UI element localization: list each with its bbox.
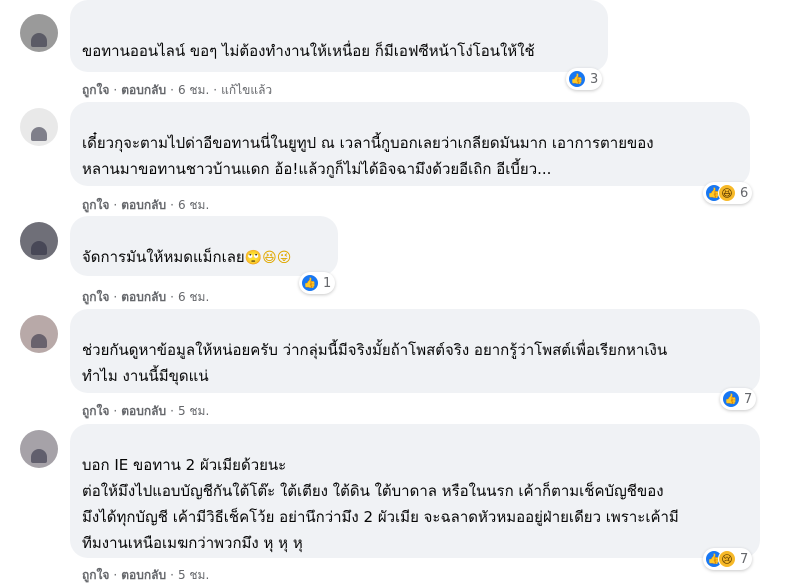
separator-dot: · bbox=[170, 198, 174, 212]
commenter-name-blurred[interactable] bbox=[82, 224, 202, 238]
timestamp[interactable]: 6 ชม. bbox=[178, 196, 209, 215]
commenter-name-blurred[interactable] bbox=[82, 317, 212, 331]
comment-text-body: จัดการมันให้หมดแม็กเลย bbox=[82, 248, 245, 266]
like-link[interactable]: ถูกใจ bbox=[82, 81, 109, 100]
separator-dot: · bbox=[170, 83, 174, 97]
reaction-summary[interactable]: 👍 7 bbox=[720, 388, 757, 410]
like-icon: 👍 bbox=[568, 70, 586, 88]
commenter-avatar[interactable] bbox=[20, 315, 58, 353]
comment-bubble: ขอทานออนไลน์ ขอๆ ไม่ต้องทำงานให้เหนื่อย … bbox=[70, 0, 608, 72]
separator-dot: · bbox=[170, 568, 174, 582]
comment-actions: ถูกใจ · ตอบกลับ · 6 ชม. bbox=[82, 196, 209, 215]
separator-dot: · bbox=[113, 83, 118, 97]
comment-bubble: จัดการมันให้หมดแม็กเลย🙄😆😜 bbox=[70, 216, 338, 276]
comment-actions: ถูกใจ · ตอบกลับ · 6 ชม. · แก้ไขแล้ว bbox=[82, 81, 272, 100]
reaction-count: 3 bbox=[590, 71, 599, 87]
reaction-count: 1 bbox=[323, 275, 332, 291]
comment-bubble: ช่วยกันดูหาข้อมูลให้หน่อยครับ ว่ากลุ่มนี… bbox=[70, 309, 760, 393]
comment-text: จัดการมันให้หมดแม็กเลย🙄😆😜 bbox=[82, 244, 326, 271]
separator-dot: · bbox=[170, 404, 174, 418]
emoji-group: 🙄😆😜 bbox=[244, 250, 292, 266]
commenter-avatar[interactable] bbox=[20, 14, 58, 52]
separator-dot: · bbox=[170, 290, 174, 304]
like-icon: 👍 bbox=[301, 274, 319, 292]
reaction-summary[interactable]: 👍 1 bbox=[299, 272, 336, 294]
comment-actions: ถูกใจ · ตอบกลับ · 5 ชม. bbox=[82, 566, 209, 585]
comment-bubble: เดี๋ยวกุจะตามไปด่าอีขอทานนี่ในยูทูป ณ เว… bbox=[70, 102, 750, 186]
edited-label[interactable]: แก้ไขแล้ว bbox=[221, 81, 272, 100]
separator-dot: · bbox=[113, 404, 118, 418]
reply-link[interactable]: ตอบกลับ bbox=[121, 196, 166, 215]
reaction-summary[interactable]: 👍 😆 6 bbox=[703, 182, 753, 204]
separator-dot: · bbox=[113, 198, 118, 212]
separator-dot: · bbox=[113, 290, 118, 304]
reply-link[interactable]: ตอบกลับ bbox=[121, 81, 166, 100]
commenter-name-blurred[interactable] bbox=[82, 432, 222, 446]
timestamp[interactable]: 6 ชม. bbox=[178, 288, 209, 307]
comment-text: เดี๋ยวกุจะตามไปด่าอีขอทานนี่ในยูทูป ณ เว… bbox=[82, 134, 654, 178]
commenter-name-blurred[interactable] bbox=[82, 110, 172, 124]
like-icon: 👍 bbox=[722, 390, 740, 408]
comment-actions: ถูกใจ · ตอบกลับ · 6 ชม. bbox=[82, 288, 209, 307]
comment-text: ช่วยกันดูหาข้อมูลให้หน่อยครับ ว่ากลุ่มนี… bbox=[82, 341, 668, 385]
reply-link[interactable]: ตอบกลับ bbox=[121, 288, 166, 307]
timestamp[interactable]: 5 ชม. bbox=[178, 566, 209, 585]
commenter-avatar[interactable] bbox=[20, 222, 58, 260]
haha-icon: 😆 bbox=[718, 184, 736, 202]
like-link[interactable]: ถูกใจ bbox=[82, 566, 109, 585]
reaction-count: 7 bbox=[744, 391, 753, 407]
separator-dot: · bbox=[213, 83, 218, 97]
timestamp[interactable]: 5 ชม. bbox=[178, 402, 209, 421]
reaction-count: 7 bbox=[740, 551, 749, 567]
commenter-avatar[interactable] bbox=[20, 108, 58, 146]
commenter-avatar[interactable] bbox=[20, 430, 58, 468]
reaction-summary[interactable]: 👍 3 bbox=[566, 68, 603, 90]
reply-link[interactable]: ตอบกลับ bbox=[121, 566, 166, 585]
like-link[interactable]: ถูกใจ bbox=[82, 402, 109, 421]
like-link[interactable]: ถูกใจ bbox=[82, 196, 109, 215]
timestamp[interactable]: 6 ชม. bbox=[178, 81, 209, 100]
comment-bubble: บอก IE ขอทาน 2 ผัวเมียด้วยนะ ต่อให้มึงไป… bbox=[70, 424, 760, 558]
like-link[interactable]: ถูกใจ bbox=[82, 288, 109, 307]
reaction-count: 6 bbox=[740, 185, 749, 201]
separator-dot: · bbox=[113, 568, 118, 582]
sad-icon: 😢 bbox=[718, 550, 736, 568]
comment-actions: ถูกใจ · ตอบกลับ · 5 ชม. bbox=[82, 402, 209, 421]
comment-text: ขอทานออนไลน์ ขอๆ ไม่ต้องทำงานให้เหนื่อย … bbox=[82, 42, 535, 60]
reply-link[interactable]: ตอบกลับ bbox=[121, 402, 166, 421]
reaction-summary[interactable]: 👍 😢 7 bbox=[703, 548, 753, 570]
comment-text: บอก IE ขอทาน 2 ผัวเมียด้วยนะ ต่อให้มึงไป… bbox=[82, 456, 679, 552]
